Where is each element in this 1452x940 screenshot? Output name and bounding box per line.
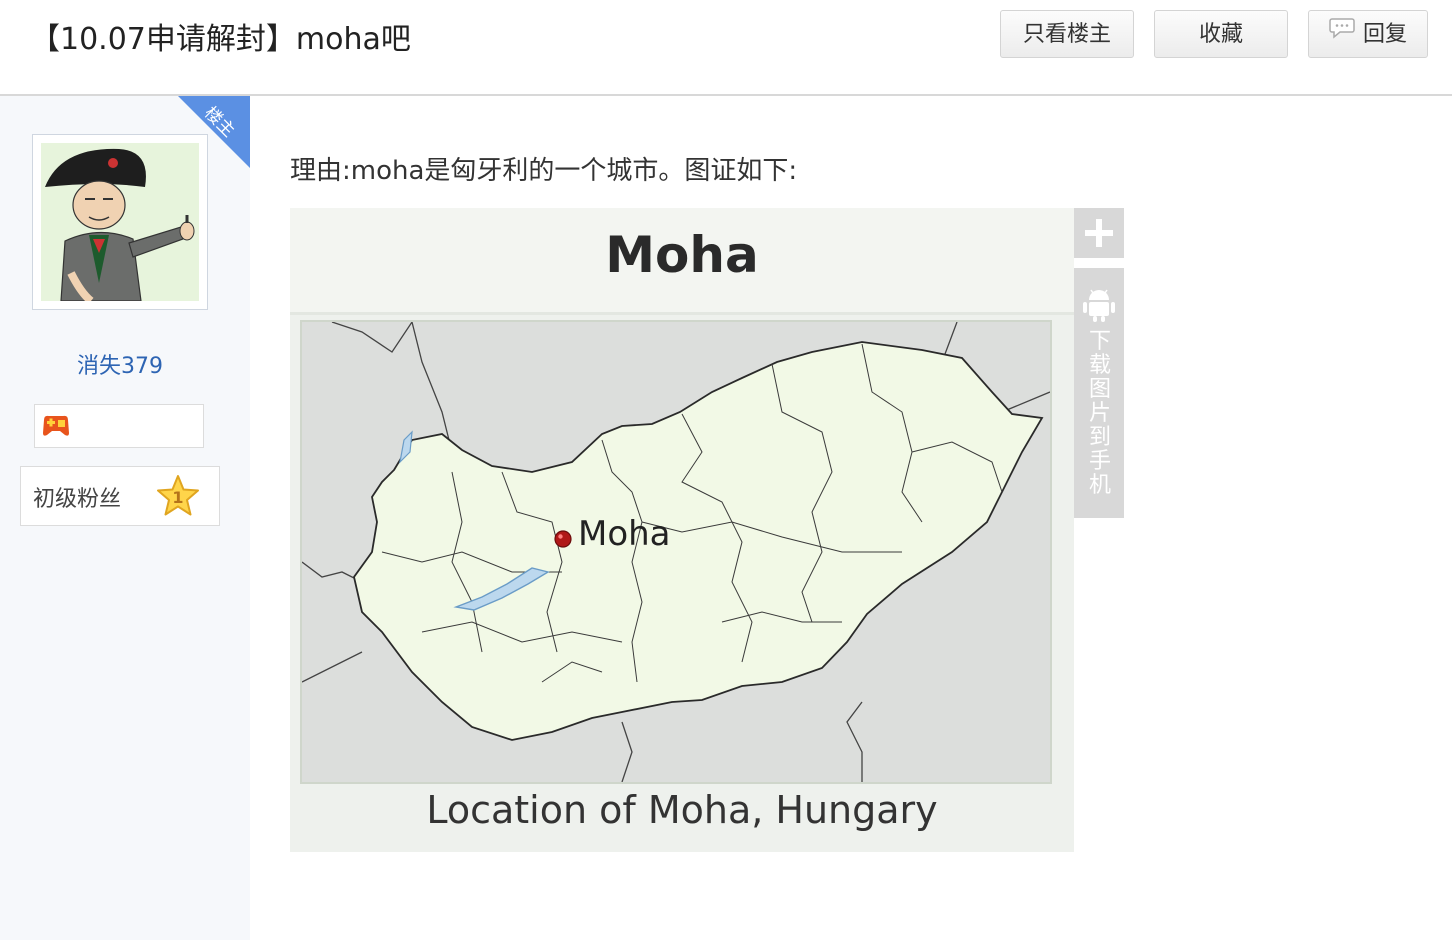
username-link[interactable]: 消失379 — [0, 348, 240, 380]
hungary-map: Moha — [300, 320, 1052, 784]
thread-title: 【10.07申请解封】moha吧 — [30, 22, 411, 57]
badge-box — [34, 404, 204, 448]
download-to-phone-button[interactable]: 下载图片到手机 — [1074, 268, 1124, 518]
author-sidebar: 楼主 消失379 初级粉丝 1 — [0, 96, 250, 940]
post-text: 理由:moha是匈牙利的一个城市。图证如下: — [290, 156, 798, 186]
download-to-phone-label: 下载图片到手机 — [1088, 329, 1111, 498]
star-level-icon: 1 — [155, 473, 201, 523]
avatar[interactable] — [32, 134, 208, 310]
favorite-button[interactable]: 收藏 — [1154, 10, 1288, 58]
avatar-cartoon-image — [41, 143, 199, 301]
svg-text:1: 1 — [172, 488, 183, 507]
marker-label: Moha — [578, 514, 671, 554]
location-marker — [554, 530, 572, 548]
reply-label: 回复 — [1362, 22, 1407, 47]
level-box[interactable]: 初级粉丝 1 — [20, 466, 220, 526]
reply-button[interactable]: 回复 — [1308, 10, 1428, 58]
android-icon — [1083, 289, 1115, 322]
map-title: Moha — [605, 226, 759, 284]
zoom-in-button[interactable] — [1074, 208, 1124, 258]
comment-icon — [1329, 9, 1355, 57]
post-image[interactable]: Moha Moha Location of Moha, Hungary — [290, 208, 1074, 852]
thread-header: 【10.07申请解封】moha吧 只看楼主 收藏 回复 — [0, 0, 1452, 96]
only-author-button[interactable]: 只看楼主 — [1000, 10, 1134, 58]
map-caption: Location of Moha, Hungary — [426, 788, 938, 832]
plus-icon — [1085, 219, 1113, 247]
game-badge-icon[interactable] — [41, 413, 71, 443]
level-name: 初级粉丝 — [33, 487, 122, 512]
